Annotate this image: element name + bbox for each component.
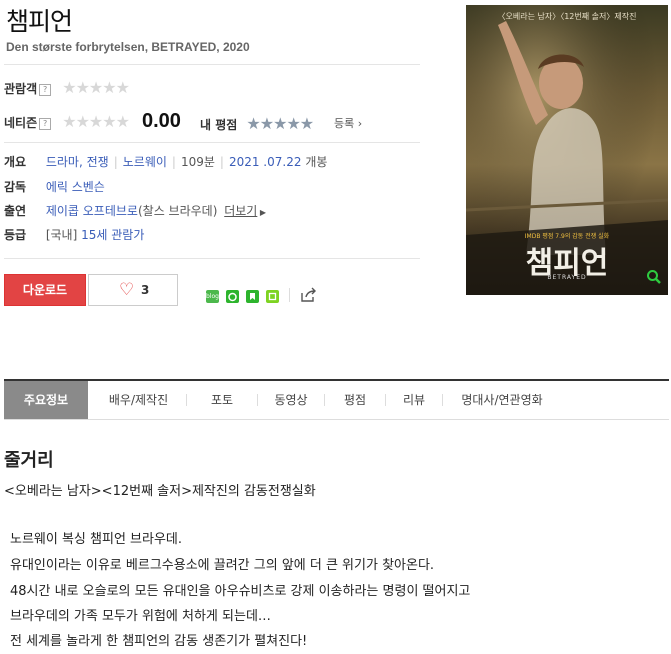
synopsis-line: 노르웨이 복싱 챔피언 브라우데. — [10, 532, 183, 547]
separator: | — [219, 155, 224, 169]
poster-top-text: 〈오베라는 남자〉〈12번째 솔저〉제작진 — [497, 12, 637, 21]
netizen-score: 0.00 — [142, 110, 181, 132]
netizen-label: 네티즌 — [4, 116, 38, 130]
register-label: 등록 — [334, 117, 355, 130]
overview-row: 개요 드라마, 전쟁 | 노르웨이 | 109분 | 2021 .07.22 개봉 — [4, 153, 327, 170]
release-suffix: 개봉 — [305, 155, 328, 169]
grade-row: 등급 [국내] 15세 관람가 — [4, 226, 144, 243]
audience-label: 관람객 — [4, 82, 38, 96]
cast-role: (찰스 브라우데) — [137, 204, 218, 218]
cast-label: 출연 — [4, 204, 27, 218]
release-date-link[interactable]: 2021 .07.22 — [229, 155, 302, 169]
tab-video[interactable]: 동영상 — [258, 381, 324, 419]
tab-main-info[interactable]: 주요정보 — [4, 381, 88, 419]
more-cast-link[interactable]: 더보기 — [224, 204, 257, 218]
bookmark-icon[interactable] — [246, 290, 259, 303]
register-rating-link[interactable]: 등록 › — [334, 115, 362, 131]
netizen-rating-row: 네티즌? ★★★★★ — [4, 112, 130, 131]
synopsis-line: 브라우데의 가족 모두가 위험에 처하게 되는데… — [10, 609, 271, 624]
cafe-icon[interactable] — [226, 290, 239, 303]
tab-bar: 주요정보 배우/제작진 포토 동영상 평점 리뷰 명대사/연관영화 — [4, 379, 669, 420]
director-row: 감독 에릭 스벤슨 — [4, 178, 105, 195]
audience-rating-row: 관람객? ★★★★★ — [4, 78, 130, 97]
separator: | — [113, 155, 118, 169]
country-link[interactable]: 노르웨이 — [123, 155, 167, 169]
divider — [4, 64, 420, 65]
triangle-right-icon: ▶ — [257, 208, 267, 217]
movie-poster[interactable]: 〈오베라는 남자〉〈12번째 솔저〉제작진 IMDB 평점 7.9의 감동 전쟁… — [466, 5, 668, 295]
separator: | — [171, 155, 176, 169]
overview-label: 개요 — [4, 155, 27, 169]
my-rating-stars[interactable]: ★★★★★ — [246, 114, 314, 133]
grade-prefix: [국내] — [45, 228, 78, 242]
tab-rating[interactable]: 평점 — [325, 381, 385, 419]
chevron-right-icon: › — [354, 117, 363, 130]
genre-link[interactable]: 드라마 — [46, 155, 79, 169]
synopsis-tagline: <오베라는 남자><12번째 솔저>제작진의 감동전쟁실화 — [4, 484, 316, 499]
audience-stars: ★★★★★ — [62, 78, 130, 97]
blog-icon[interactable]: blog — [206, 290, 219, 303]
divider — [289, 288, 290, 302]
cast-link[interactable]: 제이콥 오프테브로 — [46, 204, 138, 218]
my-rating-label: 내 평점 — [200, 118, 238, 132]
tab-photo[interactable]: 포토 — [187, 381, 257, 419]
movie-title: 챔피언 — [6, 7, 73, 36]
director-link[interactable]: 에릭 스벤슨 — [46, 180, 105, 194]
poster-subtitle: BETRAYED — [547, 274, 587, 281]
synopsis-line: 전 세계를 놀라게 한 챔피언의 감동 생존기가 펼쳐진다! — [10, 634, 308, 649]
cast-row: 출연 제이콥 오프테브로(찰스 브라우데) 더보기 ▶ — [4, 202, 266, 219]
like-button[interactable]: ♡ 3 — [88, 274, 178, 306]
grade-label: 등급 — [4, 228, 27, 242]
zoom-icon[interactable] — [646, 269, 662, 289]
divider — [4, 258, 420, 259]
grade-link[interactable]: 15세 관람가 — [81, 228, 144, 242]
netizen-stars: ★★★★★ — [62, 112, 130, 131]
synopsis-heading: 줄거리 — [4, 450, 54, 471]
synopsis-line: 48시간 내로 오슬로의 모든 유대인을 아우슈비츠로 강제 이송하라는 명령이… — [10, 584, 471, 599]
runtime: 109분 — [180, 155, 215, 169]
tab-quotes-related[interactable]: 명대사/연관영화 — [443, 381, 561, 419]
genre-comma: , — [78, 155, 87, 169]
heart-icon: ♡ — [119, 280, 135, 300]
my-rating[interactable]: 내 평점 ★★★★★ — [200, 114, 314, 133]
director-label: 감독 — [4, 180, 27, 194]
download-button[interactable]: 다운로드 — [4, 274, 86, 306]
memo-icon[interactable] — [266, 290, 279, 303]
genre-link[interactable]: 전쟁 — [87, 155, 109, 169]
help-icon[interactable]: ? — [39, 84, 52, 96]
tab-review[interactable]: 리뷰 — [386, 381, 442, 419]
tab-cast-crew[interactable]: 배우/제작진 — [91, 381, 186, 419]
divider — [4, 142, 420, 143]
share-icon[interactable] — [300, 287, 317, 307]
synopsis-line: 유대인이라는 이유로 베르그수용소에 끌려간 그의 앞에 더 큰 위기가 찾아온… — [10, 558, 435, 573]
original-title: Den største forbrytelsen, BETRAYED, 2020 — [6, 40, 250, 54]
like-count: 3 — [141, 283, 150, 297]
help-icon[interactable]: ? — [39, 118, 52, 130]
